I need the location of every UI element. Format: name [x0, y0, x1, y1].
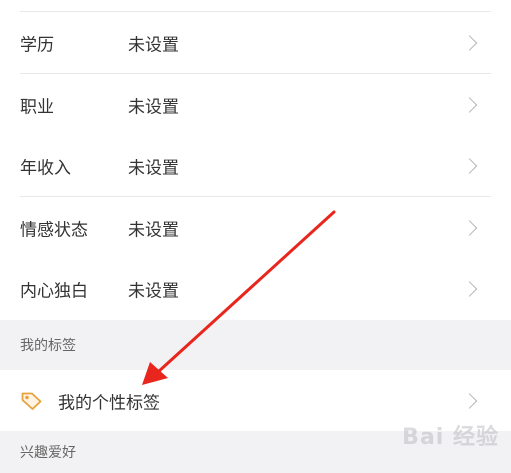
annotation-arrow — [142, 210, 336, 385]
